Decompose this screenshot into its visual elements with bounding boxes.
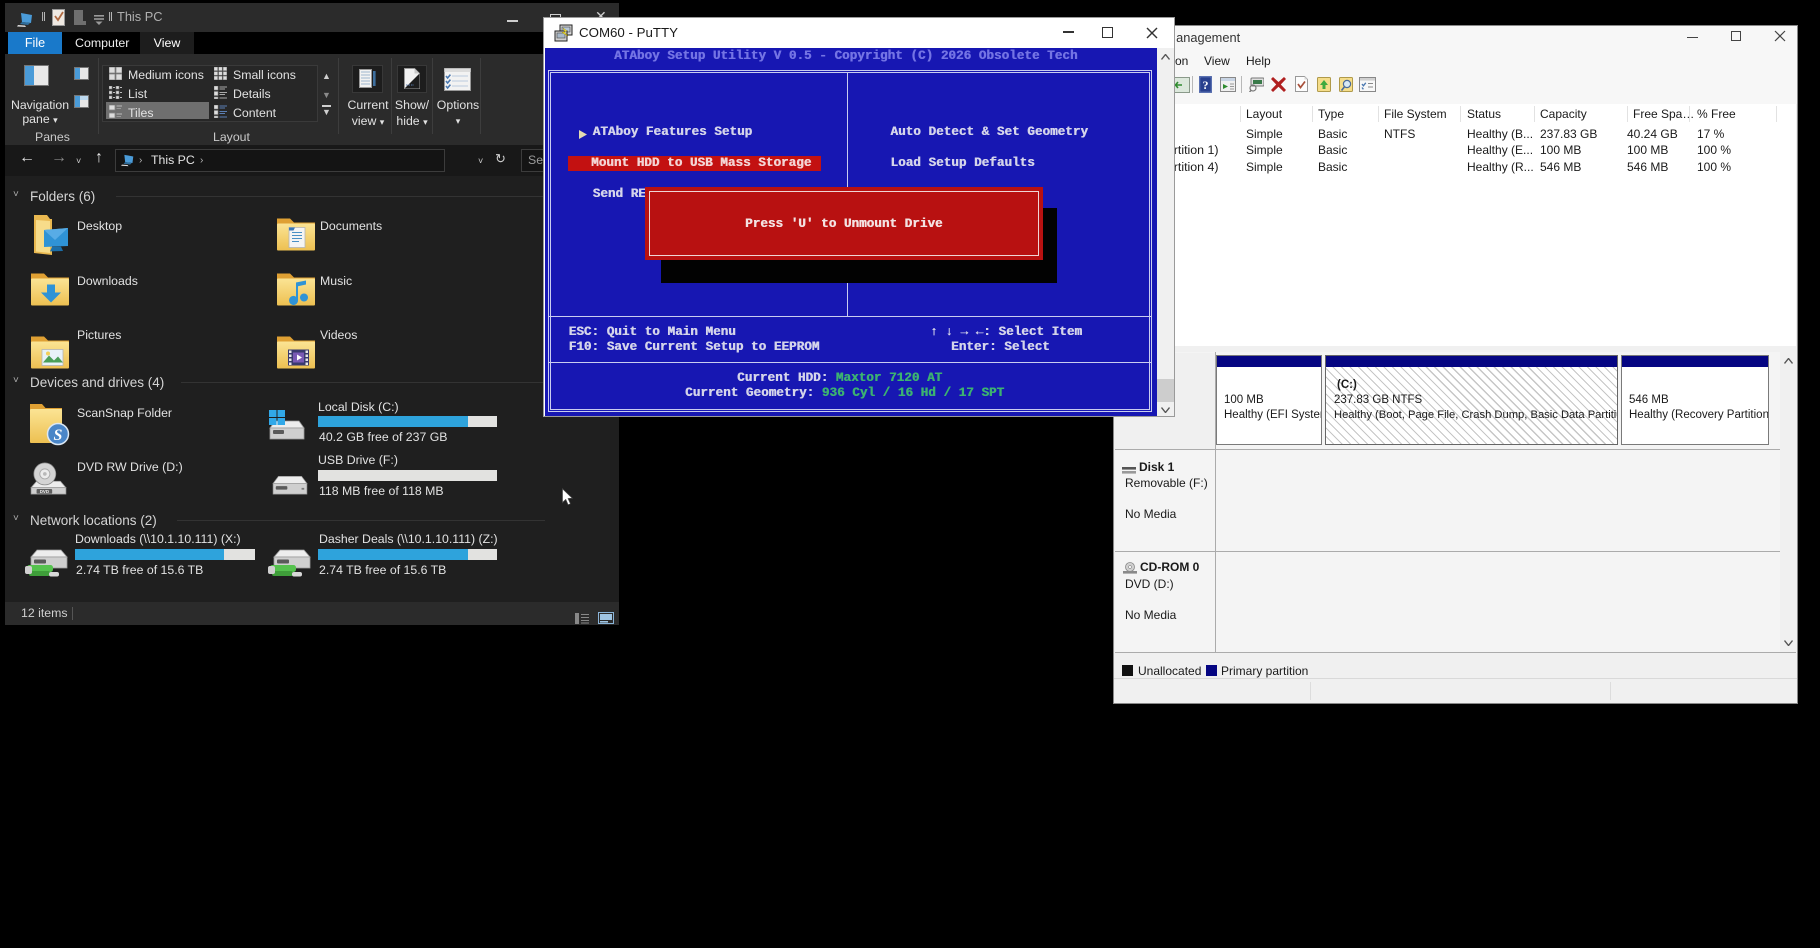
svg-text:DVD: DVD [40, 489, 49, 494]
svg-text:?: ? [1203, 78, 1209, 92]
svg-text:S: S [54, 427, 63, 444]
